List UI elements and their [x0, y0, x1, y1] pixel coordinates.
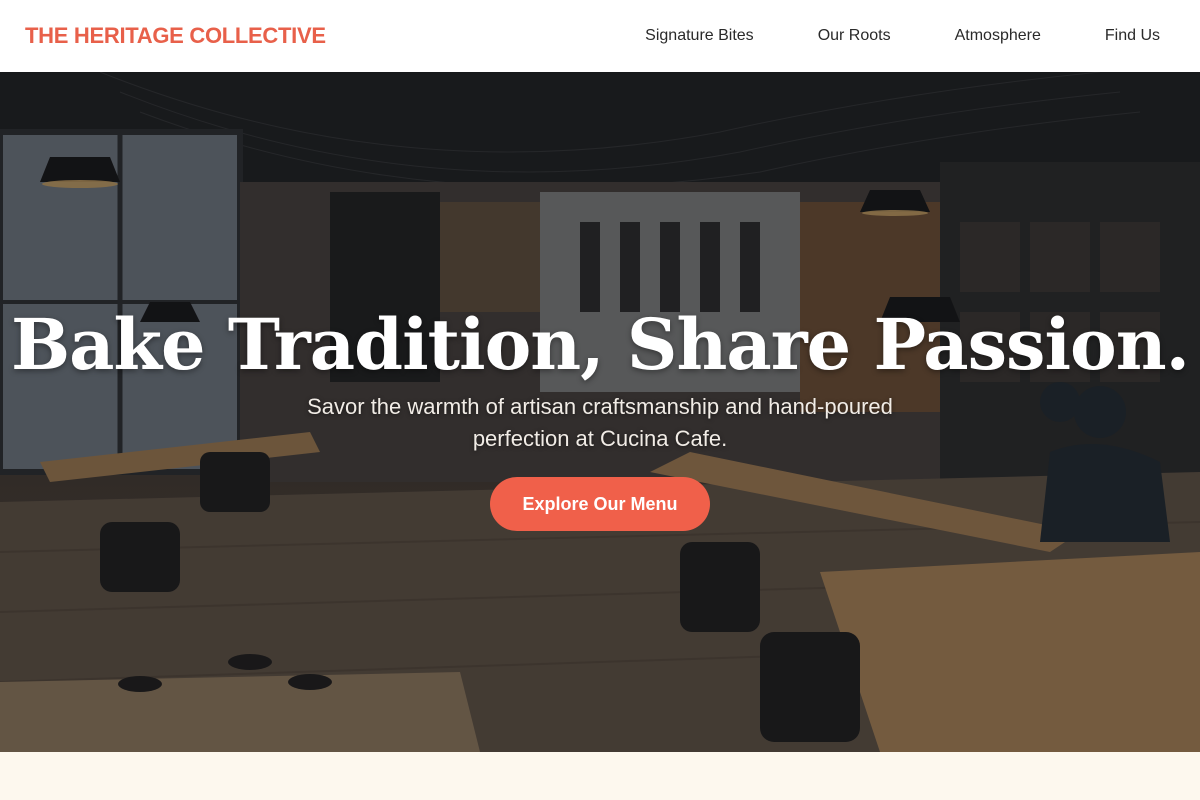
main-nav: Signature Bites Our Roots Atmosphere Fin… — [581, 27, 1160, 45]
nav-link-find-us[interactable]: Find Us — [1105, 27, 1160, 45]
nav-link-our-roots[interactable]: Our Roots — [818, 27, 891, 45]
nav-link-atmosphere[interactable]: Atmosphere — [955, 27, 1041, 45]
brand-logo[interactable]: THE HERITAGE COLLECTIVE — [25, 23, 326, 49]
next-section — [0, 752, 1200, 800]
hero-headline: Bake Tradition, Share Passion. — [10, 303, 1190, 386]
nav-link-signature-bites[interactable]: Signature Bites — [645, 27, 754, 45]
explore-menu-button[interactable]: Explore Our Menu — [490, 477, 710, 531]
hero-section: Bake Tradition, Share Passion. Savor the… — [0, 72, 1200, 752]
site-header: THE HERITAGE COLLECTIVE Signature Bites … — [0, 0, 1200, 72]
hero-subheadline: Savor the warmth of artisan craftsmanshi… — [307, 394, 893, 451]
hero-content: Bake Tradition, Share Passion. Savor the… — [0, 72, 1200, 752]
